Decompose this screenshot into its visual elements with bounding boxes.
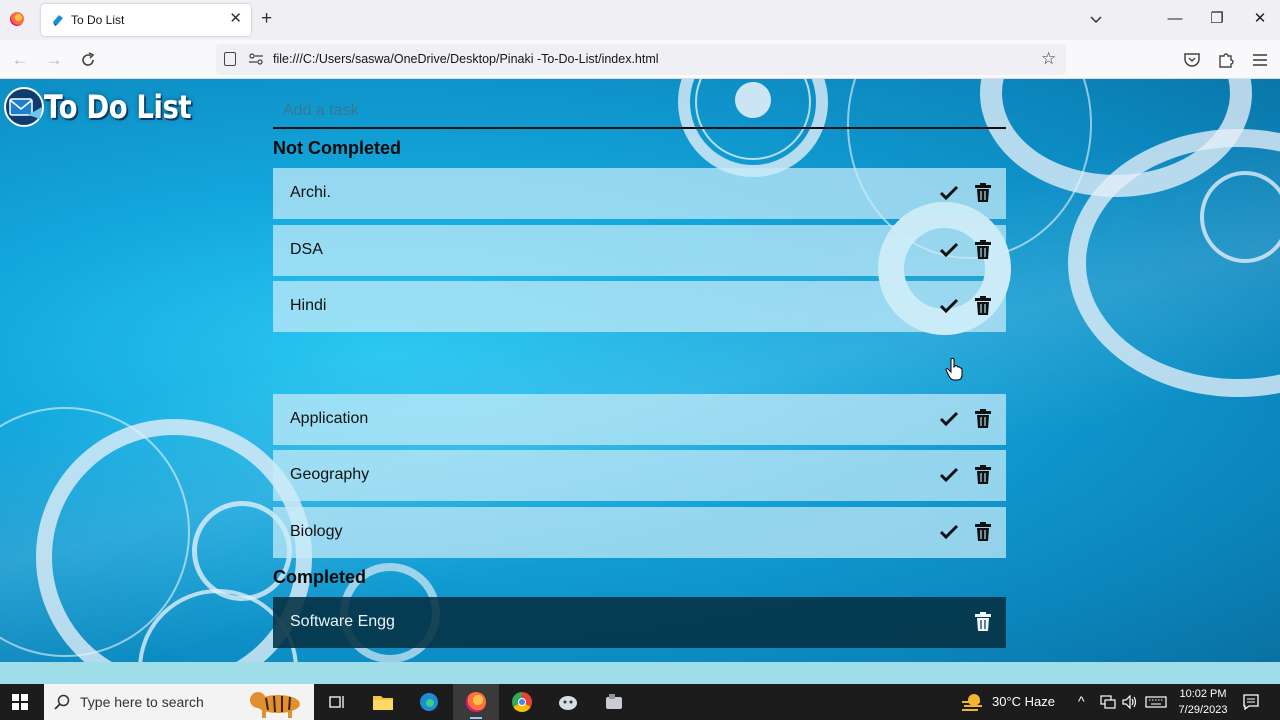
keyboard-icon[interactable] bbox=[1145, 696, 1167, 708]
check-icon[interactable] bbox=[939, 466, 959, 484]
tab-title: To Do List bbox=[71, 13, 125, 27]
arrow-left-icon[interactable]: ← bbox=[9, 49, 31, 71]
network-icon[interactable] bbox=[1100, 695, 1116, 709]
mail-logo-icon bbox=[4, 87, 44, 127]
task-view-icon bbox=[329, 696, 344, 708]
logo-text: To Do List bbox=[44, 88, 192, 126]
restore-icon[interactable]: ❐ bbox=[1202, 8, 1232, 30]
todo-favicon-icon bbox=[53, 15, 63, 26]
task-label: Archi. bbox=[290, 184, 331, 201]
check-icon[interactable] bbox=[939, 184, 959, 202]
arrow-right-icon[interactable]: → bbox=[43, 49, 65, 71]
task-item: Geography bbox=[273, 450, 1006, 501]
firefox-taskbar-button[interactable] bbox=[453, 684, 499, 720]
puzzle-icon[interactable] bbox=[1216, 50, 1236, 70]
windows-start-icon[interactable] bbox=[12, 694, 28, 710]
app-button[interactable] bbox=[545, 684, 591, 720]
chevron-down-icon[interactable] bbox=[1087, 10, 1105, 28]
trash-icon[interactable] bbox=[975, 296, 991, 315]
reload-icon[interactable] bbox=[78, 50, 98, 70]
edge-button[interactable] bbox=[406, 684, 452, 720]
search-icon bbox=[54, 694, 70, 710]
completed-heading: Completed bbox=[273, 567, 367, 587]
volume-icon[interactable] bbox=[1122, 695, 1138, 709]
task-label: Software Engg bbox=[290, 613, 395, 630]
hamburger-icon[interactable] bbox=[1250, 50, 1270, 70]
task-item: Biology bbox=[273, 507, 1006, 558]
url-bar[interactable]: file:///C:/Users/saswa/OneDrive/Desktop/… bbox=[216, 44, 1066, 75]
windows-taskbar: Type here to search 30°C Haze ^ 10:02 PM… bbox=[0, 684, 1280, 720]
completed-task-item: Software Engg bbox=[273, 597, 1006, 648]
task-item: Archi. bbox=[273, 168, 1006, 219]
decorative-ring bbox=[1200, 171, 1280, 263]
plus-icon[interactable]: + bbox=[261, 9, 272, 29]
page-bottom-strip bbox=[0, 662, 1280, 684]
firefox-icon bbox=[466, 692, 486, 712]
taskbar-search-box[interactable]: Type here to search bbox=[44, 684, 314, 720]
add-task-input[interactable] bbox=[273, 95, 1006, 129]
clock[interactable]: 10:02 PM 7/29/2023 bbox=[1172, 686, 1234, 718]
edge-icon bbox=[420, 693, 438, 711]
clock-date: 7/29/2023 bbox=[1178, 704, 1228, 716]
chrome-button[interactable] bbox=[499, 684, 545, 720]
clock-time: 10:02 PM bbox=[1179, 688, 1227, 700]
weather-haze-icon[interactable] bbox=[960, 692, 984, 712]
trash-icon[interactable] bbox=[975, 612, 991, 631]
chrome-icon bbox=[512, 692, 532, 712]
tab-bar: To Do List ✕ + — ❐ ✕ bbox=[0, 0, 1280, 40]
task-label: DSA bbox=[290, 241, 323, 258]
task-item: DSA bbox=[273, 225, 1006, 276]
permissions-icon[interactable] bbox=[248, 52, 264, 66]
trash-icon[interactable] bbox=[975, 522, 991, 541]
app-icon bbox=[559, 696, 577, 710]
page-viewport: To Do List Not Completed Archi. DSA Hind… bbox=[0, 79, 1280, 684]
check-icon[interactable] bbox=[939, 297, 959, 315]
close-icon[interactable]: ✕ bbox=[229, 10, 242, 28]
star-icon[interactable]: ☆ bbox=[1041, 48, 1056, 70]
trash-icon[interactable] bbox=[975, 240, 991, 259]
task-view-button[interactable] bbox=[314, 684, 360, 720]
check-icon[interactable] bbox=[939, 241, 959, 259]
firefox-menu-button[interactable] bbox=[6, 8, 28, 30]
search-placeholder: Type here to search bbox=[80, 694, 204, 710]
task-item: Hindi bbox=[273, 281, 1006, 332]
minimize-icon[interactable]: — bbox=[1160, 8, 1190, 30]
app-logo: To Do List bbox=[2, 85, 215, 129]
not-completed-heading: Not Completed bbox=[273, 138, 401, 158]
task-item: Application bbox=[273, 394, 1006, 445]
app-icon bbox=[606, 694, 622, 709]
trash-icon[interactable] bbox=[975, 409, 991, 428]
close-window-icon[interactable]: ✕ bbox=[1245, 8, 1275, 30]
trash-icon[interactable] bbox=[975, 465, 991, 484]
task-label: Biology bbox=[290, 523, 343, 540]
app-button[interactable] bbox=[591, 684, 637, 720]
folder-icon bbox=[373, 696, 393, 710]
firefox-logo-icon bbox=[10, 12, 24, 26]
hand-cursor-icon bbox=[945, 357, 963, 381]
weather-text[interactable]: 30°C Haze bbox=[992, 694, 1055, 709]
task-label: Hindi bbox=[290, 297, 327, 314]
check-icon[interactable] bbox=[939, 523, 959, 541]
pocket-icon[interactable] bbox=[1182, 50, 1202, 70]
tiger-illustration-icon bbox=[250, 692, 300, 718]
url-text: file:///C:/Users/saswa/OneDrive/Desktop/… bbox=[273, 52, 659, 66]
navigation-bar: ← → file:///C:/Users/saswa/OneDrive/Desk… bbox=[0, 40, 1280, 79]
check-icon[interactable] bbox=[939, 410, 959, 428]
trash-icon[interactable] bbox=[975, 183, 991, 202]
task-label: Application bbox=[290, 410, 369, 427]
file-explorer-button[interactable] bbox=[360, 684, 406, 720]
page-icon bbox=[224, 52, 236, 66]
browser-tab[interactable]: To Do List ✕ bbox=[41, 4, 251, 36]
chevron-up-icon[interactable]: ^ bbox=[1078, 693, 1085, 709]
task-label: Geography bbox=[290, 466, 370, 483]
notification-icon[interactable] bbox=[1243, 694, 1259, 710]
